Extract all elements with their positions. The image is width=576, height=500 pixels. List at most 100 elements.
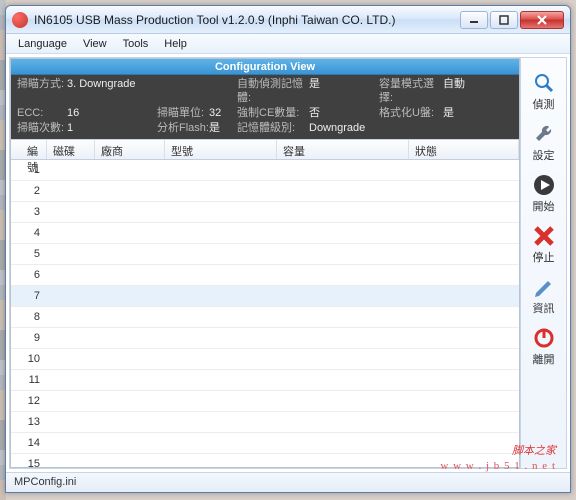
table-cell: 3 bbox=[11, 204, 47, 220]
table-cell: 10 bbox=[11, 351, 47, 367]
table-row[interactable]: 3 bbox=[11, 202, 519, 223]
titlebar[interactable]: IN6105 USB Mass Production Tool v1.2.0.9… bbox=[6, 6, 570, 34]
cfg-scancount-value: 1 bbox=[67, 121, 157, 135]
window-controls bbox=[460, 11, 564, 29]
table-cell bbox=[277, 231, 409, 235]
table-row[interactable]: 13 bbox=[11, 412, 519, 433]
cfg-analyze-value: 是 bbox=[209, 121, 237, 135]
cfg-capmode-label: 容量模式選擇: bbox=[379, 77, 443, 105]
menu-help[interactable]: Help bbox=[156, 36, 195, 52]
table-cell bbox=[95, 441, 165, 445]
table-cell bbox=[165, 336, 277, 340]
statusbar: MPConfig.ini bbox=[6, 472, 570, 492]
table-cell: 4 bbox=[11, 225, 47, 241]
start-button[interactable]: 開始 bbox=[524, 168, 564, 217]
maximize-button[interactable] bbox=[490, 11, 518, 29]
cfg-scanmode-value: 3. Downgrade bbox=[67, 77, 157, 105]
table-cell: 5 bbox=[11, 246, 47, 262]
cfg-forcece-label: 強制CE數量: bbox=[237, 106, 309, 120]
cfg-scanmode-label: 掃瞄方式: bbox=[17, 77, 67, 105]
table-cell bbox=[47, 420, 95, 424]
config-panel: 掃瞄方式: 3. Downgrade 自動偵測記憶體: 是 容量模式選擇: 自動… bbox=[11, 75, 519, 139]
table-row[interactable]: 6 bbox=[11, 265, 519, 286]
table-cell bbox=[277, 252, 409, 256]
table-cell bbox=[95, 168, 165, 172]
table-cell bbox=[409, 189, 519, 193]
table-cell bbox=[277, 336, 409, 340]
table-cell: 14 bbox=[11, 435, 47, 451]
table-cell bbox=[95, 378, 165, 382]
table-cell bbox=[165, 357, 277, 361]
app-icon bbox=[12, 12, 28, 28]
table-cell: 9 bbox=[11, 330, 47, 346]
table-row[interactable]: 12 bbox=[11, 391, 519, 412]
table-row[interactable]: 1 bbox=[11, 160, 519, 181]
table-body: 12345678910111213141516 bbox=[11, 160, 519, 467]
table-cell bbox=[95, 210, 165, 214]
stop-label: 停止 bbox=[533, 249, 555, 265]
table-cell bbox=[165, 252, 277, 256]
table-cell bbox=[47, 273, 95, 277]
th-capacity[interactable]: 容量 bbox=[277, 140, 409, 159]
table-cell bbox=[165, 399, 277, 403]
menu-tools[interactable]: Tools bbox=[115, 36, 157, 52]
table-row[interactable]: 14 bbox=[11, 433, 519, 454]
th-index[interactable]: 編號 bbox=[11, 140, 47, 159]
table-cell bbox=[95, 420, 165, 424]
cfg-memgrade-value: Downgrade bbox=[309, 121, 379, 135]
table-cell bbox=[409, 168, 519, 172]
table-row[interactable]: 8 bbox=[11, 307, 519, 328]
main-window: IN6105 USB Mass Production Tool v1.2.0.9… bbox=[5, 5, 571, 493]
table-cell bbox=[409, 336, 519, 340]
table-cell bbox=[95, 315, 165, 319]
exit-button[interactable]: 離開 bbox=[524, 321, 564, 370]
start-label: 開始 bbox=[533, 198, 555, 214]
table-cell bbox=[47, 441, 95, 445]
power-icon bbox=[532, 326, 556, 350]
table-cell bbox=[165, 294, 277, 298]
table-cell bbox=[165, 231, 277, 235]
table-cell bbox=[165, 441, 277, 445]
table-row[interactable]: 5 bbox=[11, 244, 519, 265]
table-cell bbox=[277, 420, 409, 424]
cfg-format-label: 格式化U盤: bbox=[379, 106, 443, 120]
table-cell: 15 bbox=[11, 456, 47, 467]
table-cell bbox=[95, 294, 165, 298]
sidebar: 偵測 設定 開始 停止 資訊 離開 bbox=[520, 58, 566, 468]
th-model[interactable]: 型號 bbox=[165, 140, 277, 159]
th-disk[interactable]: 磁碟 bbox=[47, 140, 95, 159]
table-cell bbox=[47, 231, 95, 235]
cfg-ecc-label: ECC: bbox=[17, 106, 67, 120]
table-cell bbox=[277, 378, 409, 382]
table-cell bbox=[165, 189, 277, 193]
minimize-button[interactable] bbox=[460, 11, 488, 29]
table-row[interactable]: 7 bbox=[11, 286, 519, 307]
table-row[interactable]: 11 bbox=[11, 370, 519, 391]
table-cell bbox=[277, 462, 409, 466]
table-cell bbox=[409, 441, 519, 445]
menu-language[interactable]: Language bbox=[10, 36, 75, 52]
cfg-scancount-label: 掃瞄次數: bbox=[17, 121, 67, 135]
table-row[interactable]: 15 bbox=[11, 454, 519, 467]
table-row[interactable]: 2 bbox=[11, 181, 519, 202]
info-button[interactable]: 資訊 bbox=[524, 270, 564, 319]
close-button[interactable] bbox=[520, 11, 564, 29]
stop-button[interactable]: 停止 bbox=[524, 219, 564, 268]
table-row[interactable]: 4 bbox=[11, 223, 519, 244]
detect-label: 偵測 bbox=[533, 96, 555, 112]
cfg-analyze-label: 分析Flash: bbox=[157, 121, 209, 135]
table-cell bbox=[95, 273, 165, 277]
table-cell: 11 bbox=[11, 372, 47, 388]
settings-button[interactable]: 設定 bbox=[524, 117, 564, 166]
table-cell bbox=[277, 189, 409, 193]
th-vendor[interactable]: 廠商 bbox=[95, 140, 165, 159]
table-row[interactable]: 10 bbox=[11, 349, 519, 370]
table-cell bbox=[47, 294, 95, 298]
table-cell bbox=[95, 462, 165, 466]
menu-view[interactable]: View bbox=[75, 36, 115, 52]
detect-button[interactable]: 偵測 bbox=[524, 66, 564, 115]
table-row[interactable]: 9 bbox=[11, 328, 519, 349]
th-status[interactable]: 狀態 bbox=[409, 140, 519, 159]
table-cell bbox=[409, 378, 519, 382]
magnifier-icon bbox=[532, 71, 556, 95]
